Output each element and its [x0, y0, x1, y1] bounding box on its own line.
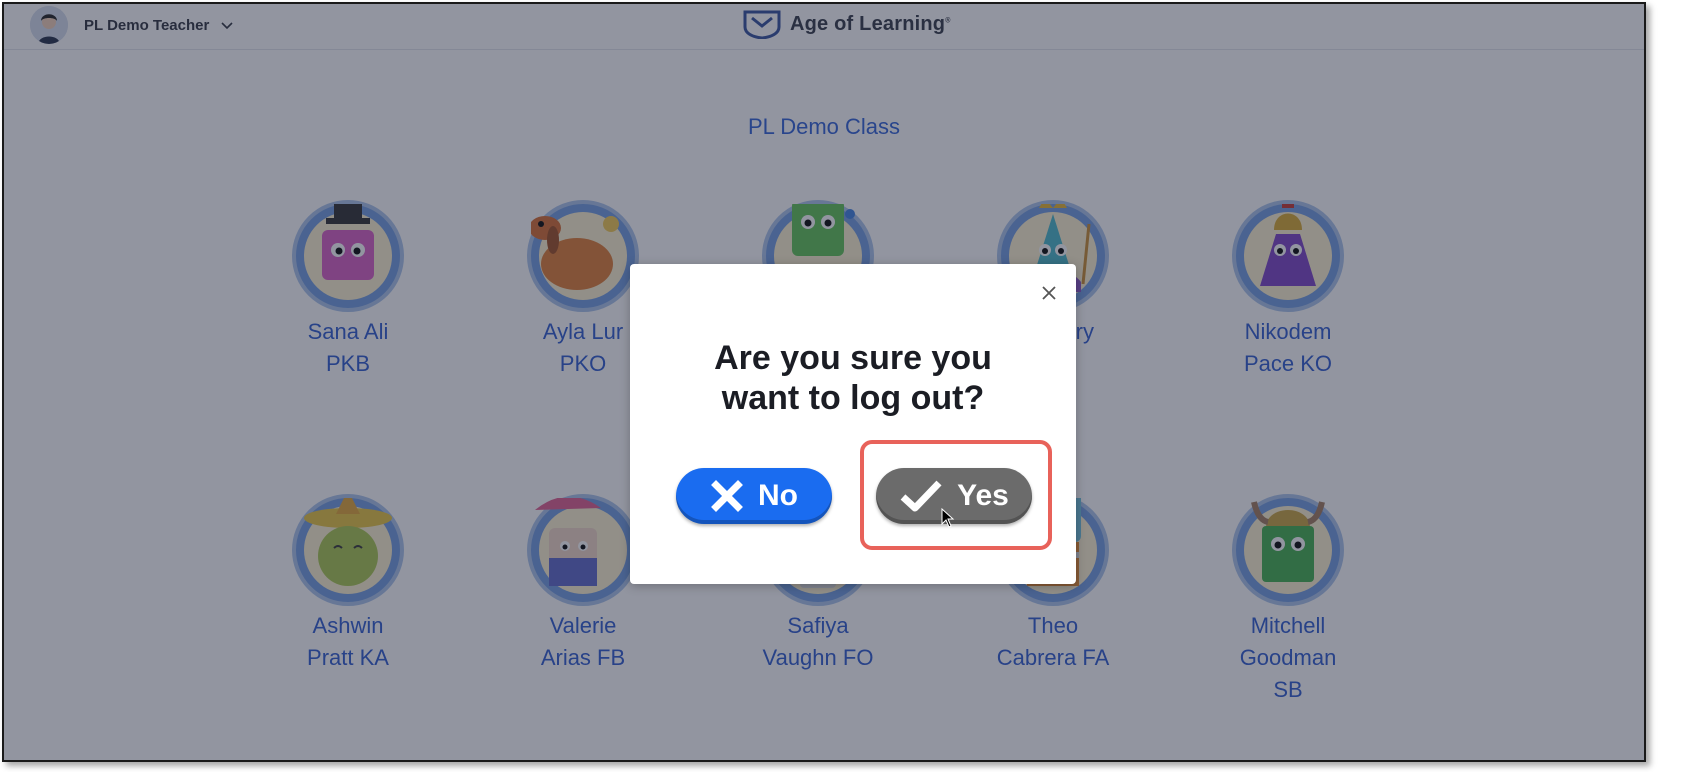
mouse-cursor-icon [941, 508, 955, 528]
yes-button-label: Yes [957, 479, 1009, 512]
x-icon [711, 480, 743, 512]
checkmark-icon [900, 480, 942, 512]
no-button-label: No [758, 479, 798, 512]
no-button[interactable]: No [676, 468, 832, 524]
app-window: PL Demo Teacher Age of Learning® PL Demo… [2, 2, 1646, 762]
close-icon[interactable] [1040, 284, 1058, 302]
dialog-title: Are you sure you want to log out? [714, 339, 992, 417]
logout-dialog: Are you sure you want to log out? No Yes [630, 264, 1076, 584]
